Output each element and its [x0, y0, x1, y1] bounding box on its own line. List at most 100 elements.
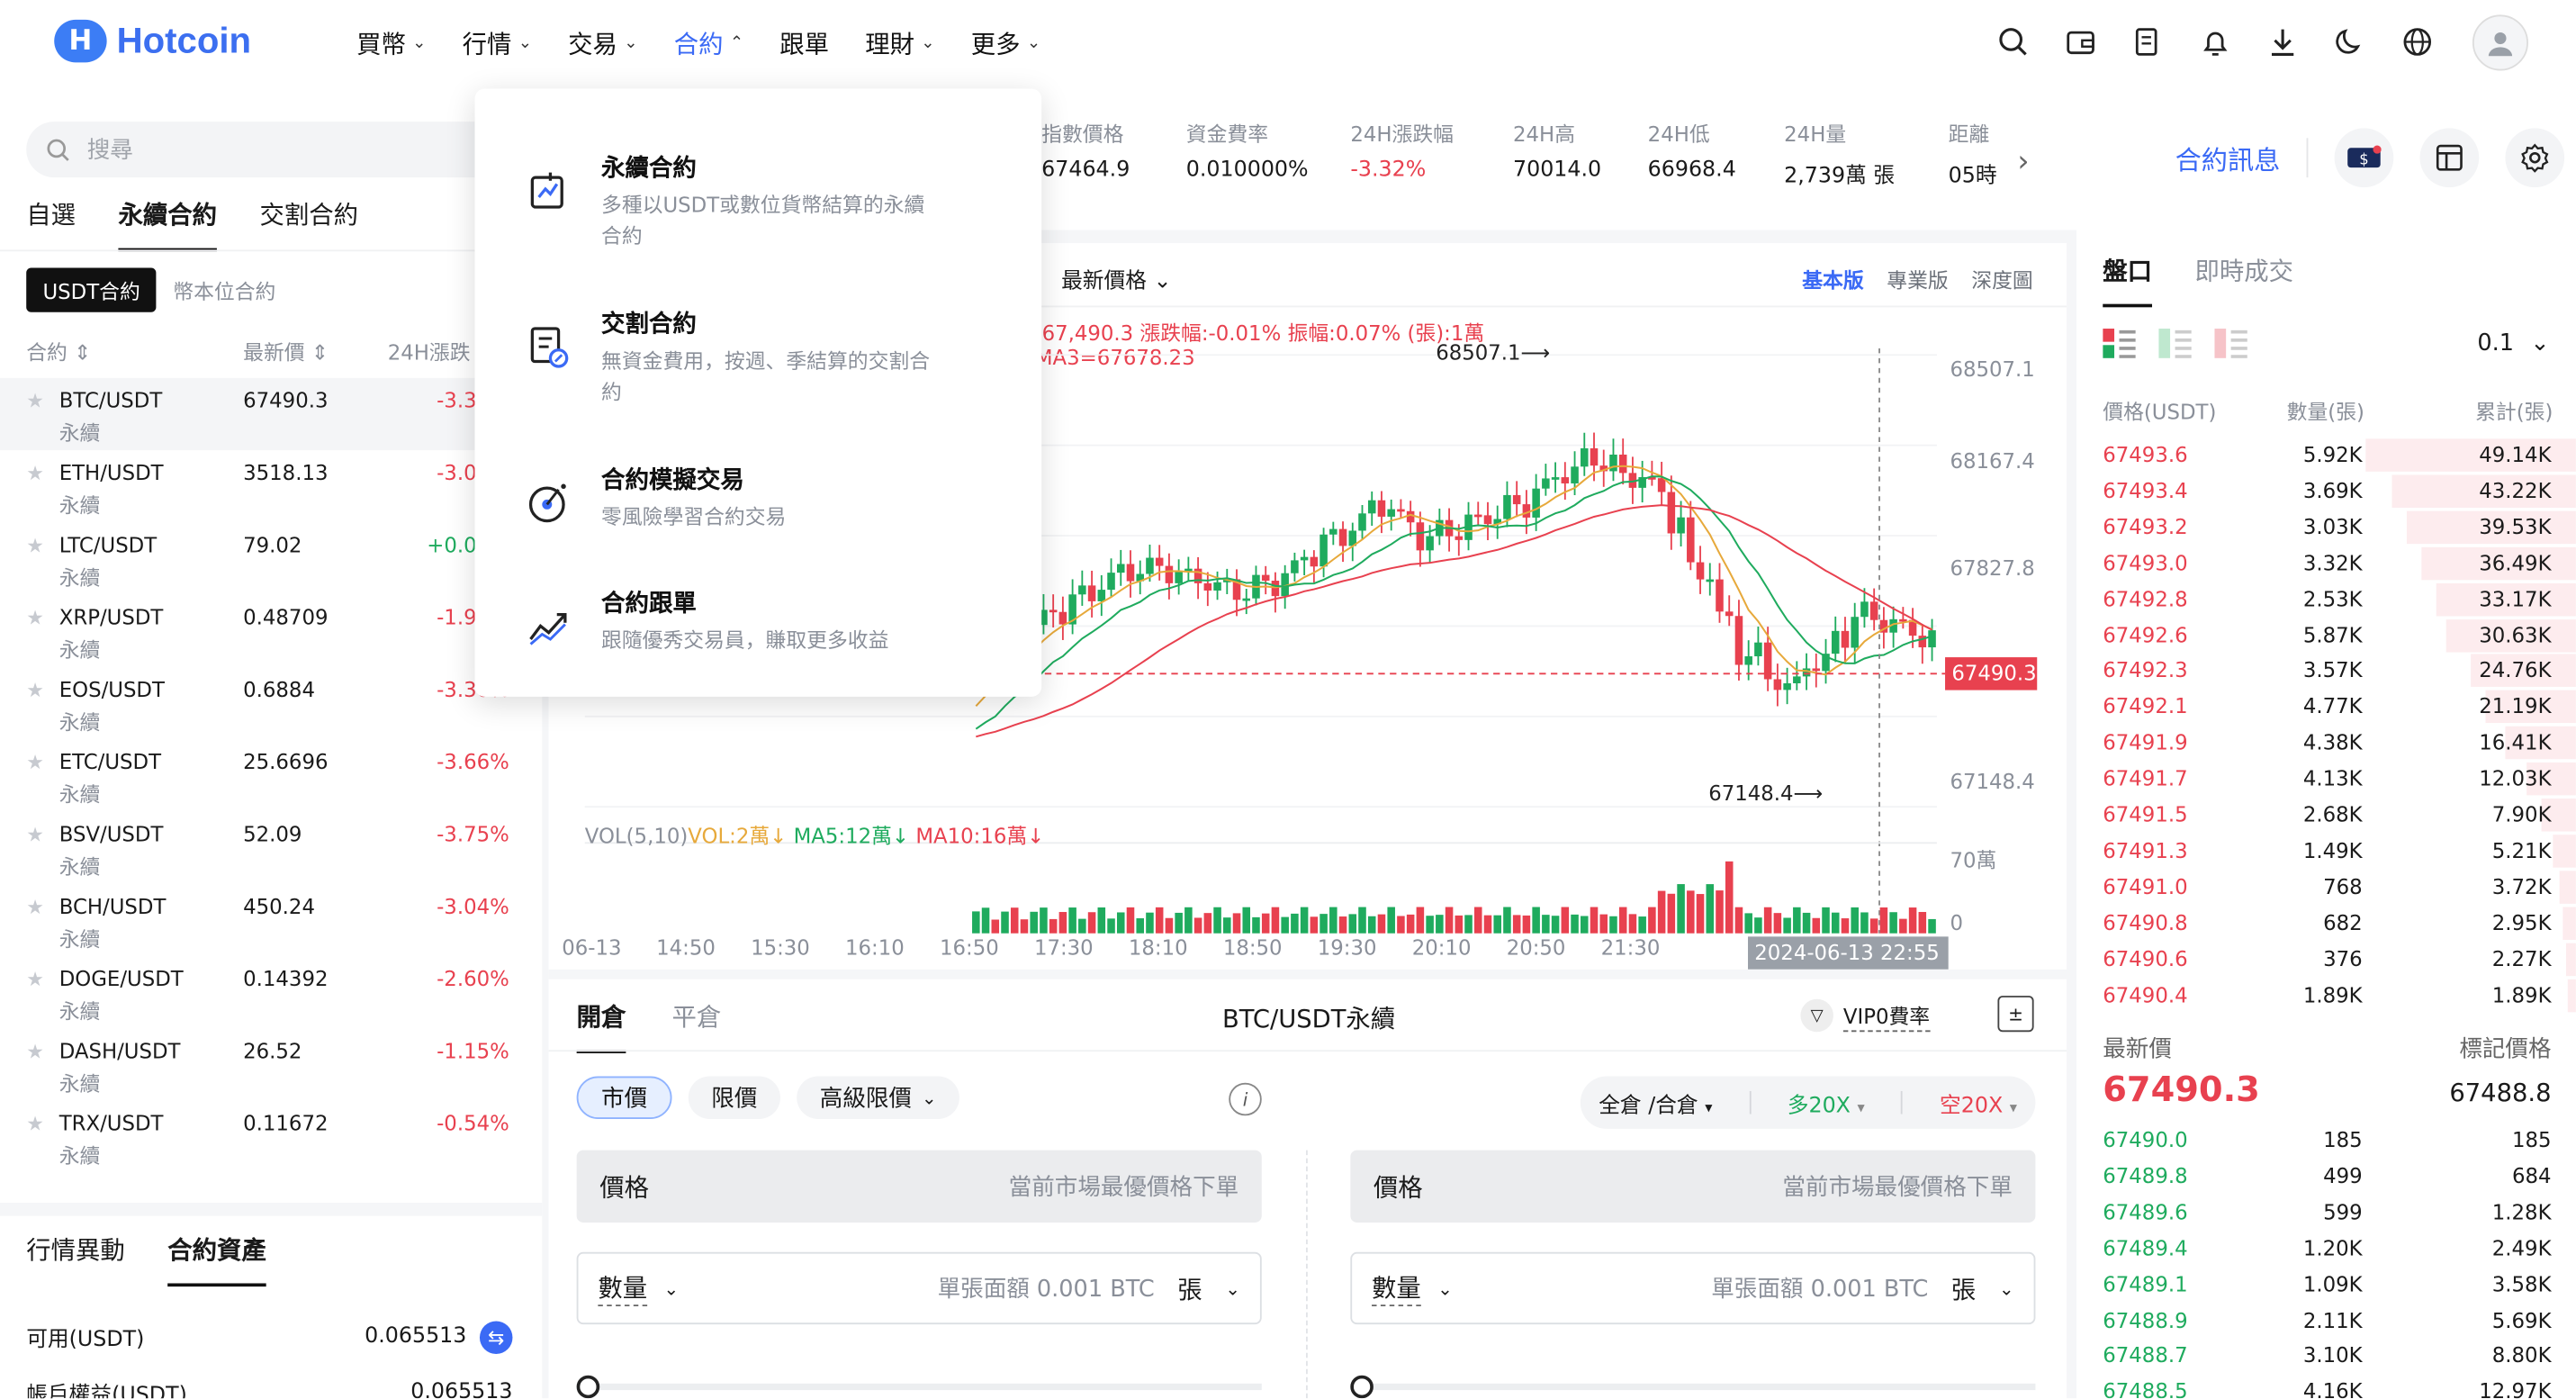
col-pair[interactable]: 合約 ⇕ [26, 335, 91, 366]
tab-favorites[interactable]: 自選 [26, 197, 76, 251]
bell-icon[interactable] [2198, 24, 2232, 59]
star-icon[interactable]: ★ [26, 679, 44, 702]
bid-row[interactable]: 67489.4 1.20K 2.49K [2076, 1231, 2576, 1267]
nav-item-4[interactable]: 跟單 [779, 26, 829, 60]
download-icon[interactable] [2265, 24, 2300, 59]
fee-coupon-icon[interactable]: $ [2334, 128, 2394, 188]
bid-row[interactable]: 67488.7 3.10K 8.80K [2076, 1338, 2576, 1374]
ask-row[interactable]: 67493.2 3.03K 39.53K [2076, 509, 2576, 545]
star-icon[interactable]: ★ [26, 462, 44, 485]
book-asks-icon[interactable] [2214, 329, 2247, 365]
short-leverage-select[interactable]: 空20X ▾ [1940, 1087, 2017, 1118]
star-icon[interactable]: ★ [26, 390, 44, 413]
tab-open[interactable]: 開倉 [576, 999, 626, 1053]
market-row[interactable]: ★ EOS/USDT 永續 0.6884 -3.30% [0, 667, 542, 739]
subtab-usdt[interactable]: USDT合約 [26, 267, 158, 312]
ask-row[interactable]: 67491.7 4.13K 12.03K [2076, 761, 2576, 797]
margin-mode-select[interactable]: 全倉 /合倉 ▾ [1599, 1087, 1712, 1118]
user-avatar[interactable] [2472, 14, 2528, 71]
ask-row[interactable]: 67492.8 2.53K 33.17K [2076, 581, 2576, 617]
ask-row[interactable]: 67490.4 1.89K 1.89K [2076, 977, 2576, 1013]
nav-item-2[interactable]: 交易 ⌄ [568, 26, 637, 60]
transfer-icon[interactable]: ⇆ [479, 1321, 513, 1354]
market-row[interactable]: ★ LTC/USDT 永續 79.02 +0.07% [0, 522, 542, 594]
bid-row[interactable]: 67489.8 499 684 [2076, 1159, 2576, 1195]
star-icon[interactable]: ★ [26, 751, 44, 774]
brand-logo[interactable]: H Hotcoin [54, 19, 251, 63]
nav-item-6[interactable]: 更多 ⌄ [971, 26, 1040, 60]
sell-slider-handle[interactable] [1350, 1375, 1374, 1399]
bid-row[interactable]: 67488.9 2.11K 5.69K [2076, 1302, 2576, 1338]
star-icon[interactable]: ★ [26, 1040, 44, 1063]
sell-price-field[interactable]: 價格 當前市場最優價格下單 [1350, 1150, 2036, 1223]
star-icon[interactable]: ★ [26, 534, 44, 557]
buy-slider-track[interactable] [576, 1383, 1262, 1391]
subtab-coin[interactable]: 幣本位合約 [173, 275, 275, 306]
bid-row[interactable]: 67488.5 4.16K 12.97K [2076, 1374, 2576, 1398]
price-step-select[interactable]: 0.1 ⌄ [2477, 330, 2549, 357]
market-row[interactable]: ★ TRX/USDT 永續 0.11672 -0.54% [0, 1101, 542, 1173]
market-row[interactable]: ★ DOGE/USDT 永續 0.14392 -2.60% [0, 956, 542, 1028]
order-type-limit[interactable]: 限價 [688, 1076, 780, 1119]
nav-item-3[interactable]: 合約 ⌃ [674, 26, 743, 60]
tab-orderbook[interactable]: 盤口 [2103, 253, 2153, 308]
nav-item-5[interactable]: 理財 ⌄ [865, 26, 934, 60]
tab-delivery[interactable]: 交割合約 [259, 197, 358, 251]
col-change[interactable]: 24H漲跌 [388, 335, 471, 366]
order-type-market[interactable]: 市價 [576, 1076, 672, 1119]
chevron-down-icon[interactable]: ⌄ [1225, 1277, 1240, 1299]
tab-market-moves[interactable]: 行情異動 [26, 1232, 125, 1286]
settings-gear-icon[interactable] [2505, 128, 2565, 188]
book-bids-icon[interactable] [2158, 329, 2192, 365]
bid-row[interactable]: 67489.6 599 1.28K [2076, 1195, 2576, 1231]
long-leverage-select[interactable]: 多20X ▾ [1788, 1087, 1865, 1118]
star-icon[interactable]: ★ [26, 823, 44, 846]
buy-quantity-field[interactable]: 數量 ⌄ 單張面額 0.001 BTC 張 ⌄ [576, 1251, 1262, 1325]
globe-icon[interactable] [2400, 24, 2435, 59]
market-row[interactable]: ★ BCH/USDT 永續 450.24 -3.04% [0, 884, 542, 956]
star-icon[interactable]: ★ [26, 896, 44, 919]
tab-trades[interactable]: 即時成交 [2194, 253, 2293, 307]
buy-slider-handle[interactable] [576, 1375, 600, 1399]
buy-price-field[interactable]: 價格 當前市場最優價格下單 [576, 1150, 1262, 1223]
sell-slider-track[interactable] [1350, 1383, 2036, 1391]
ask-row[interactable]: 67490.6 376 2.27K [2076, 941, 2576, 977]
star-icon[interactable]: ★ [26, 1113, 44, 1136]
market-row[interactable]: ★ BSV/USDT 永續 52.09 -3.75% [0, 812, 542, 884]
ask-row[interactable]: 67492.3 3.57K 24.76K [2076, 653, 2576, 689]
ask-row[interactable]: 67491.0 768 3.72K [2076, 869, 2576, 905]
chevron-down-icon[interactable]: ⌄ [1437, 1277, 1453, 1299]
chevron-right-icon[interactable]: › [2017, 145, 2029, 179]
ask-row[interactable]: 67493.6 5.92K 49.14K [2076, 438, 2576, 474]
calculator-icon[interactable]: ± [1997, 996, 2034, 1033]
tab-contract-assets[interactable]: 合約資產 [167, 1232, 266, 1287]
bid-row[interactable]: 67489.1 1.09K 3.58K [2076, 1266, 2576, 1302]
order-type-advanced[interactable]: 高級限價 ⌄ [797, 1076, 960, 1119]
ask-row[interactable]: 67491.9 4.38K 16.41K [2076, 725, 2576, 761]
nav-item-1[interactable]: 行情 ⌄ [463, 26, 532, 60]
info-icon[interactable]: i [1229, 1082, 1262, 1116]
star-icon[interactable]: ★ [26, 606, 44, 629]
search-icon[interactable] [1996, 24, 2031, 59]
col-price[interactable]: 最新價 ⇕ [243, 335, 329, 366]
market-row[interactable]: ★ XRP/USDT 永續 0.48709 -1.90% [0, 595, 542, 667]
market-row[interactable]: ★ ETH/USDT 永續 3518.13 -3.04% [0, 450, 542, 522]
wallet-icon[interactable] [2063, 24, 2097, 59]
market-row[interactable]: ★ DASH/USDT 永續 26.52 -1.15% [0, 1029, 542, 1101]
tab-perpetual[interactable]: 永續合約 [118, 197, 217, 252]
qty-unit[interactable]: 張 [1177, 1271, 1202, 1305]
tab-close[interactable]: 平倉 [672, 999, 722, 1053]
orders-icon[interactable] [2130, 24, 2165, 59]
star-icon[interactable]: ★ [26, 968, 44, 991]
layout-icon[interactable] [2419, 128, 2480, 188]
ask-row[interactable]: 67492.1 4.77K 21.19K [2076, 689, 2576, 725]
ask-row[interactable]: 67491.5 2.68K 7.90K [2076, 797, 2576, 833]
nav-item-0[interactable]: 買幣 ⌄ [356, 26, 426, 60]
vip-fee-link[interactable]: ▽ VIP0費率 [1800, 998, 1931, 1033]
market-row[interactable]: ★ BTC/USDT 永續 67490.3 -3.32% [0, 377, 543, 451]
ask-row[interactable]: 67491.3 1.49K 5.21K [2076, 833, 2576, 869]
book-both-icon[interactable] [2103, 329, 2136, 365]
chevron-down-icon[interactable]: ⌄ [1999, 1277, 2014, 1299]
ask-row[interactable]: 67493.4 3.69K 43.22K [2076, 473, 2576, 509]
search-input-placeholder[interactable]: 搜尋 [87, 133, 133, 167]
